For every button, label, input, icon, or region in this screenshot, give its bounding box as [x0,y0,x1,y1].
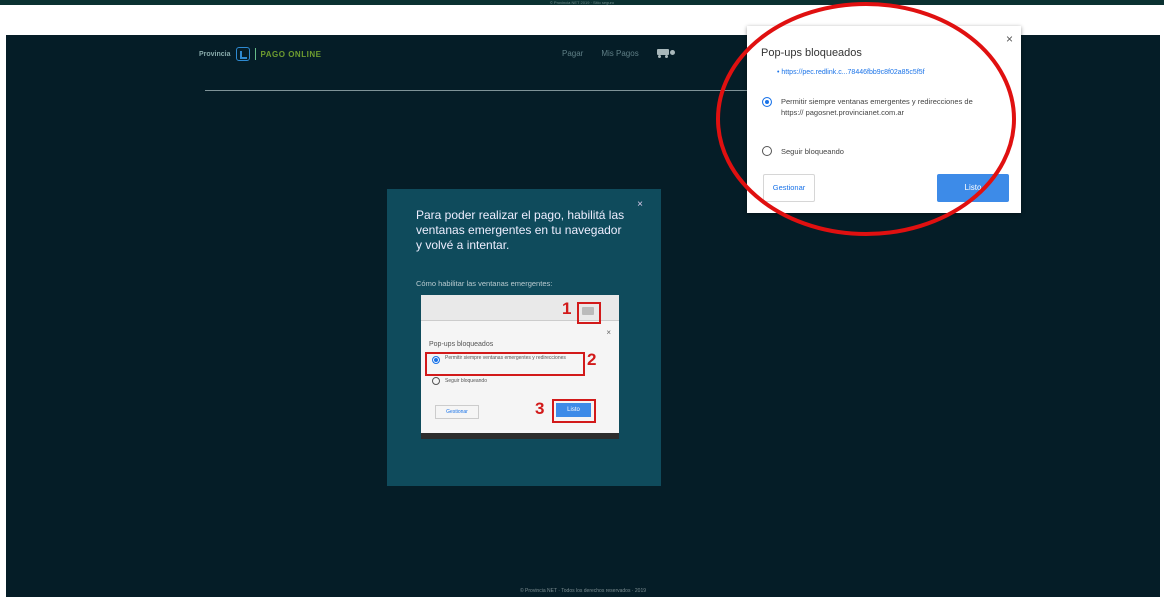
site-logo[interactable]: Provincia PAGO ONLINE [199,47,321,61]
instructions-image: 1 × Pop-ups bloqueados 2 Permitir siempr… [421,295,619,439]
modal-how-label: Cómo habilitar las ventanas emergentes: [416,279,553,288]
popup-warning-modal: × Para poder realizar el pago, habilitá … [387,189,661,486]
logo-icon [235,47,250,61]
logo-name: Provincia [199,50,231,58]
guide-manage-button: Gestionar [435,405,479,419]
page-footer: © Provincia NET · Todos los derechos res… [519,588,647,594]
nav-pagar[interactable]: Pagar [562,49,583,58]
blocked-popup-icon [582,307,594,315]
guide-bottom-bar [421,433,619,439]
nav-mis-pagos[interactable]: Mis Pagos [601,49,638,58]
top-nav: Pagar Mis Pagos [562,49,675,58]
guide-radio-allow [432,356,440,364]
logo-divider [254,48,256,60]
step-number-3: 3 [535,399,545,418]
modal-message: Para poder realizar el pago, habilitá la… [416,208,625,252]
step-number-1: 1 [562,299,572,318]
red-highlight-ellipse [716,2,1016,236]
product-name: PAGO ONLINE [260,49,322,59]
guide-option-block: Seguir bloqueando [445,378,487,384]
modal-close-button[interactable]: × [637,199,643,210]
guide-close-icon: × [606,328,611,337]
guide-radio-block [432,377,440,385]
guide-done-button: Listo [556,403,591,417]
guide-title: Pop-ups bloqueados [429,341,494,348]
guide-option-allow: Permitir siempre ventanas emergentes y r… [445,355,566,361]
cart-icon[interactable] [656,49,675,58]
step-number-2: 2 [587,350,597,369]
header-divider [205,90,750,91]
